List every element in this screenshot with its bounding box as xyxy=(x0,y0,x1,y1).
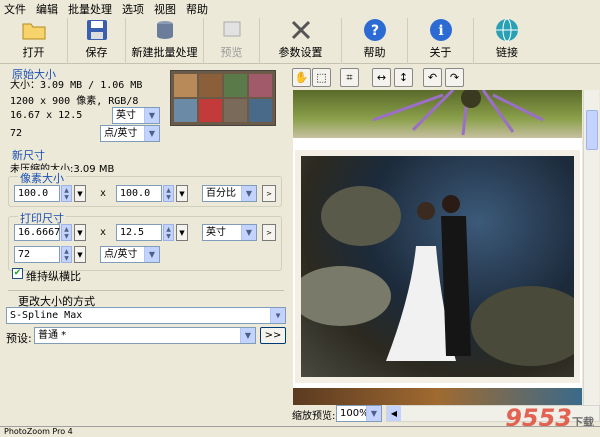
menu-options[interactable]: 选项 xyxy=(122,1,144,17)
status-bar: PhotoZoom Pro 4 xyxy=(0,426,600,436)
divider xyxy=(8,290,284,291)
globe-icon xyxy=(494,18,520,42)
menu-edit[interactable]: 编辑 xyxy=(36,1,58,17)
chevron-down-icon: ▼ xyxy=(241,186,256,201)
preview-area: ✋ ⬚ ⌗ ↔ ↕ ↶ ↷ 缩放预览: 100% ▼ ◀ xyxy=(290,64,600,426)
print-height-input[interactable]: 12.5 xyxy=(116,224,162,241)
database-icon xyxy=(152,18,178,42)
preview-button[interactable]: 预览 xyxy=(204,18,260,64)
preset-select[interactable]: 普通 * ▼ xyxy=(34,327,256,344)
original-pixel-dims: 1200 x 900 像素, RGB/8 xyxy=(10,96,139,107)
wedding-photo xyxy=(295,150,580,383)
pixel-height-input[interactable]: 100.0 xyxy=(116,185,162,202)
chevron-down-icon: ▼ xyxy=(241,225,256,240)
pixel-height-menu-button[interactable]: ▼ xyxy=(176,185,188,202)
thumbnail-image[interactable] xyxy=(174,74,197,97)
pixel-unit-select[interactable]: 百分比 ▼ xyxy=(202,185,257,202)
resize-method-select[interactable]: S-Spline Max ▼ xyxy=(6,307,286,324)
menu-bar: 文件 编辑 批量处理 选项 视图 帮助 xyxy=(0,0,600,18)
settings-panel: 原始大小 大小：3.09 MB / 1.06 MB 1200 x 900 像素,… xyxy=(0,64,290,426)
parameters-button[interactable]: 参数设置 xyxy=(260,18,342,64)
link-button[interactable]: 链接 xyxy=(474,18,540,64)
chevron-left-icon[interactable]: ◀ xyxy=(387,406,401,421)
selection-tool-icon[interactable]: ⬚ xyxy=(312,68,331,87)
keep-aspect-checkbox[interactable]: ✔ xyxy=(12,268,23,279)
rotate-left-icon[interactable]: ↶ xyxy=(423,68,442,87)
chevron-down-icon: ▼ xyxy=(270,308,285,323)
thumbnail-image[interactable] xyxy=(249,99,272,122)
help-button[interactable]: ? 帮助 xyxy=(342,18,408,64)
about-button[interactable]: i 关于 xyxy=(408,18,474,64)
status-text: PhotoZoom Pro 4 xyxy=(4,427,73,436)
original-resolution: 72 xyxy=(10,128,23,139)
rotate-right-icon[interactable]: ↷ xyxy=(445,68,464,87)
crop-icon[interactable]: ⌗ xyxy=(340,68,359,87)
pixel-height-spinner[interactable]: ▲ ▼ xyxy=(163,185,174,202)
menu-help[interactable]: 帮助 xyxy=(186,1,208,17)
original-print-unit-select[interactable]: 英寸 ▼ xyxy=(112,107,160,124)
save-button[interactable]: 保存 xyxy=(68,18,126,64)
print-width-input[interactable]: 16.6667 xyxy=(14,224,60,241)
keep-aspect-label: 维持纵横比 xyxy=(26,270,81,283)
original-res-unit-select[interactable]: 点/英寸 ▼ xyxy=(100,125,160,142)
fit-width-icon[interactable]: ↔ xyxy=(372,68,391,87)
zoom-label: 缩放预览: xyxy=(292,411,336,422)
thumbnail-image[interactable] xyxy=(249,74,272,97)
print-resolution-input[interactable]: 72 xyxy=(14,246,60,263)
print-height-spinner[interactable]: ▲ ▼ xyxy=(163,224,174,241)
thumbnail-image[interactable] xyxy=(199,74,222,97)
menu-file[interactable]: 文件 xyxy=(4,1,26,17)
floppy-icon xyxy=(84,18,110,42)
preview-canvas[interactable] xyxy=(293,90,582,405)
tools-icon xyxy=(288,18,314,42)
chevron-down-icon: ▼ xyxy=(240,328,255,343)
hand-tool-icon[interactable]: ✋ xyxy=(292,68,311,87)
chevron-down-icon: ▼ xyxy=(366,406,381,421)
thumbnail-strip xyxy=(170,70,276,126)
info-icon: i xyxy=(428,18,454,42)
print-height-menu-button[interactable]: ▼ xyxy=(176,224,188,241)
pixel-width-input[interactable]: 100.0 xyxy=(14,185,60,202)
thumbnail-image[interactable] xyxy=(174,99,197,122)
thumbnail-image[interactable] xyxy=(224,74,247,97)
question-icon: ? xyxy=(362,18,388,42)
print-width-spinner[interactable]: ▲ ▼ xyxy=(61,224,72,241)
pixel-unit-more-button[interactable]: > xyxy=(262,185,276,202)
original-file-size: 大小：3.09 MB / 1.06 MB xyxy=(10,80,143,91)
pixel-size-title: 像素大小 xyxy=(18,170,66,186)
zoom-select[interactable]: 100% ▼ xyxy=(336,405,382,422)
print-resolution-spinner[interactable]: ▲ ▼ xyxy=(61,246,72,263)
pixel-width-spinner[interactable]: ▲ ▼ xyxy=(61,185,72,202)
preset-label: 预设: xyxy=(6,332,32,345)
vertical-scrollbar[interactable] xyxy=(583,90,599,405)
chevron-down-icon: ▼ xyxy=(144,247,159,262)
preset-more-button[interactable]: >> xyxy=(260,327,286,344)
scrollbar-thumb[interactable] xyxy=(586,110,598,150)
menu-view[interactable]: 视图 xyxy=(154,1,176,17)
print-unit-select[interactable]: 英寸 ▼ xyxy=(202,224,257,241)
toolbar: 打开 保存 新建批量处理 预览 参数设置 ? 帮助 i 关于 链接 xyxy=(0,18,600,64)
thumbnail-image[interactable] xyxy=(224,99,247,122)
menu-batch[interactable]: 批量处理 xyxy=(68,1,112,17)
fit-height-icon[interactable]: ↕ xyxy=(394,68,413,87)
svg-text:?: ? xyxy=(370,23,378,39)
print-resolution-menu-button[interactable]: ▼ xyxy=(74,246,86,263)
chevron-down-icon: ▼ xyxy=(144,126,159,141)
open-button[interactable]: 打开 xyxy=(0,18,68,64)
preview-icon xyxy=(219,18,245,42)
flower-banner-image xyxy=(293,90,582,138)
print-width-menu-button[interactable]: ▼ xyxy=(74,224,86,241)
svg-text:i: i xyxy=(438,23,443,39)
original-print-size: 16.67 x 12.5 xyxy=(10,110,83,121)
resolution-unit-select[interactable]: 点/英寸 ▼ xyxy=(100,246,160,263)
pixel-width-menu-button[interactable]: ▼ xyxy=(74,185,86,202)
print-unit-more-button[interactable]: > xyxy=(262,224,276,241)
new-batch-button[interactable]: 新建批量处理 xyxy=(126,18,204,64)
thumbnail-image[interactable] xyxy=(199,99,222,122)
folder-icon xyxy=(21,18,47,42)
bottom-frame-image xyxy=(293,388,582,405)
chevron-down-icon: ▼ xyxy=(144,108,159,123)
